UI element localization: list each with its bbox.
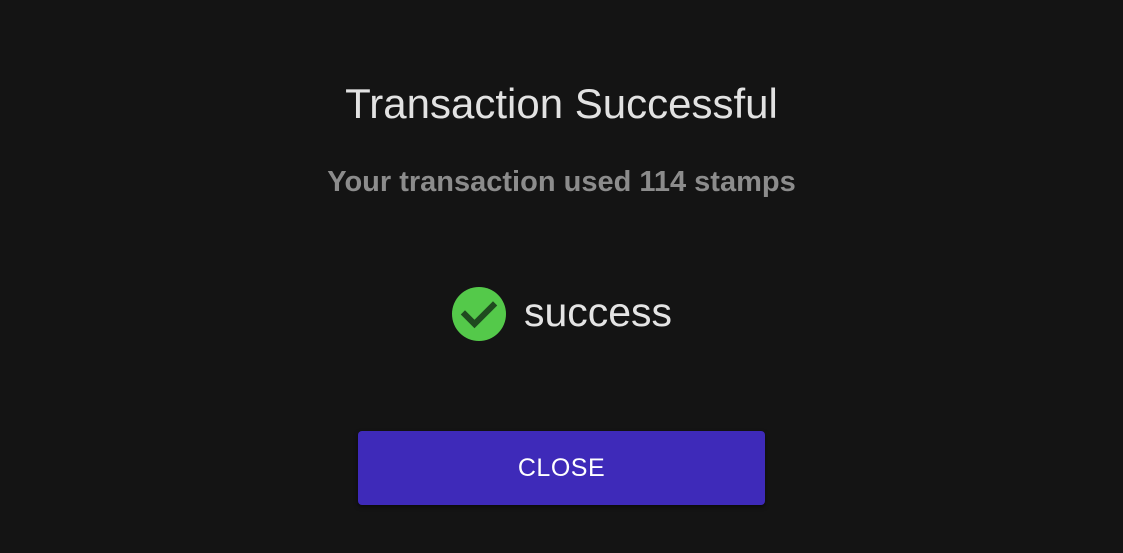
dialog-title: Transaction Successful <box>345 80 778 127</box>
check-circle-icon <box>451 287 506 341</box>
dialog-subtitle: Your transaction used 114 stamps <box>327 166 796 198</box>
close-button[interactable]: CLOSE <box>358 431 765 505</box>
transaction-dialog: Transaction Successful Your transaction … <box>0 0 1123 553</box>
status-row: success <box>0 286 1123 342</box>
status-label: success <box>523 289 673 335</box>
